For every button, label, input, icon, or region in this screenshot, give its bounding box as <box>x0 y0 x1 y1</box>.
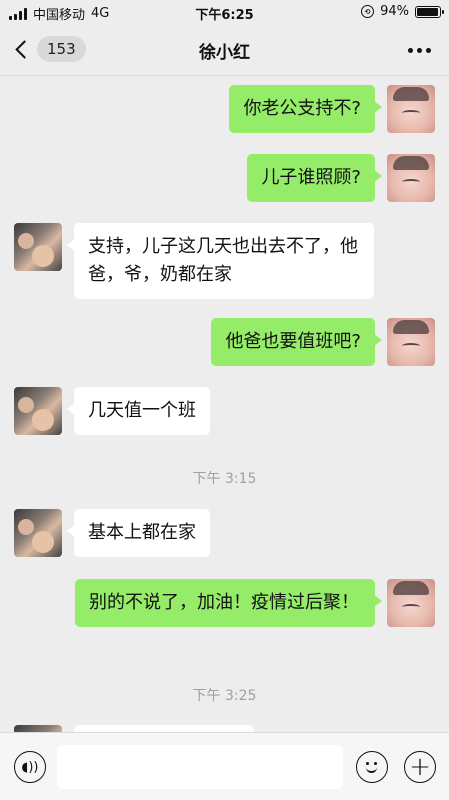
contact-avatar[interactable] <box>14 725 62 732</box>
battery-fill <box>417 7 438 16</box>
message-bubble[interactable]: 基本上都在家 <box>67 509 210 557</box>
voice-input-button[interactable]: ◖)) <box>14 751 46 783</box>
contact-avatar[interactable] <box>14 387 62 435</box>
my-avatar[interactable] <box>387 85 435 133</box>
dot <box>408 48 413 53</box>
contact-avatar[interactable] <box>14 223 62 271</box>
my-avatar[interactable] <box>387 579 435 627</box>
message-row: 支持，儿子这几天也出去不了，他爸，爷，奶都在家 <box>14 223 374 299</box>
message-bubble[interactable]: 几天值一个班 <box>67 387 210 435</box>
dot <box>426 48 431 53</box>
battery-icon <box>415 5 444 18</box>
rotation-lock-icon: ⟲ <box>361 5 375 18</box>
message-row-partial <box>14 725 254 732</box>
contact-avatar[interactable] <box>14 509 62 557</box>
status-bar: 中国移动 4G 下午6:25 ⟲ 94% <box>0 0 449 24</box>
input-bar: ◖)) + <box>0 732 449 800</box>
more-functions-button[interactable]: + <box>404 751 436 783</box>
my-avatar[interactable] <box>387 154 435 202</box>
nav-bar: 153 徐小红 <box>0 24 449 76</box>
emoji-button[interactable] <box>356 751 388 783</box>
message-bubble[interactable]: 别的不说了，加油！疫情过后聚！ <box>75 579 382 627</box>
plus-icon: + <box>409 752 431 782</box>
message-bubble[interactable]: 你老公支持不? <box>229 85 382 133</box>
message-bubble[interactable]: 他爸也要值班吧? <box>211 318 382 366</box>
timestamp: 下午 3:25 <box>192 688 257 704</box>
chat-title: 徐小红 <box>199 43 250 63</box>
dot <box>417 48 422 53</box>
message-bubble-partial[interactable] <box>74 725 254 732</box>
message-input[interactable] <box>57 745 343 789</box>
message-bubble[interactable]: 儿子谁照顾? <box>247 154 382 202</box>
emoji-icon <box>364 759 380 775</box>
message-row: 别的不说了，加油！疫情过后聚！ <box>75 579 435 627</box>
message-row: 你老公支持不? <box>229 85 435 133</box>
message-row: 他爸也要值班吧? <box>211 318 435 366</box>
message-row: 几天值一个班 <box>14 387 210 435</box>
my-avatar[interactable] <box>387 318 435 366</box>
voice-icon: ◖)) <box>21 759 39 775</box>
message-bubble[interactable]: 支持，儿子这几天也出去不了，他爸，爷，奶都在家 <box>67 223 374 299</box>
chat-message-list[interactable]: 你老公支持不? 儿子谁照顾? 支持，儿子这几天也出去不了，他爸，爷，奶都在家 他… <box>0 77 449 732</box>
battery-percent: 94% <box>380 4 409 19</box>
message-row: 基本上都在家 <box>14 509 210 557</box>
status-right: ⟲ 94% <box>361 4 444 19</box>
message-row: 儿子谁照顾? <box>247 154 435 202</box>
timestamp: 下午 3:15 <box>192 471 257 487</box>
more-options-button[interactable] <box>408 48 431 53</box>
